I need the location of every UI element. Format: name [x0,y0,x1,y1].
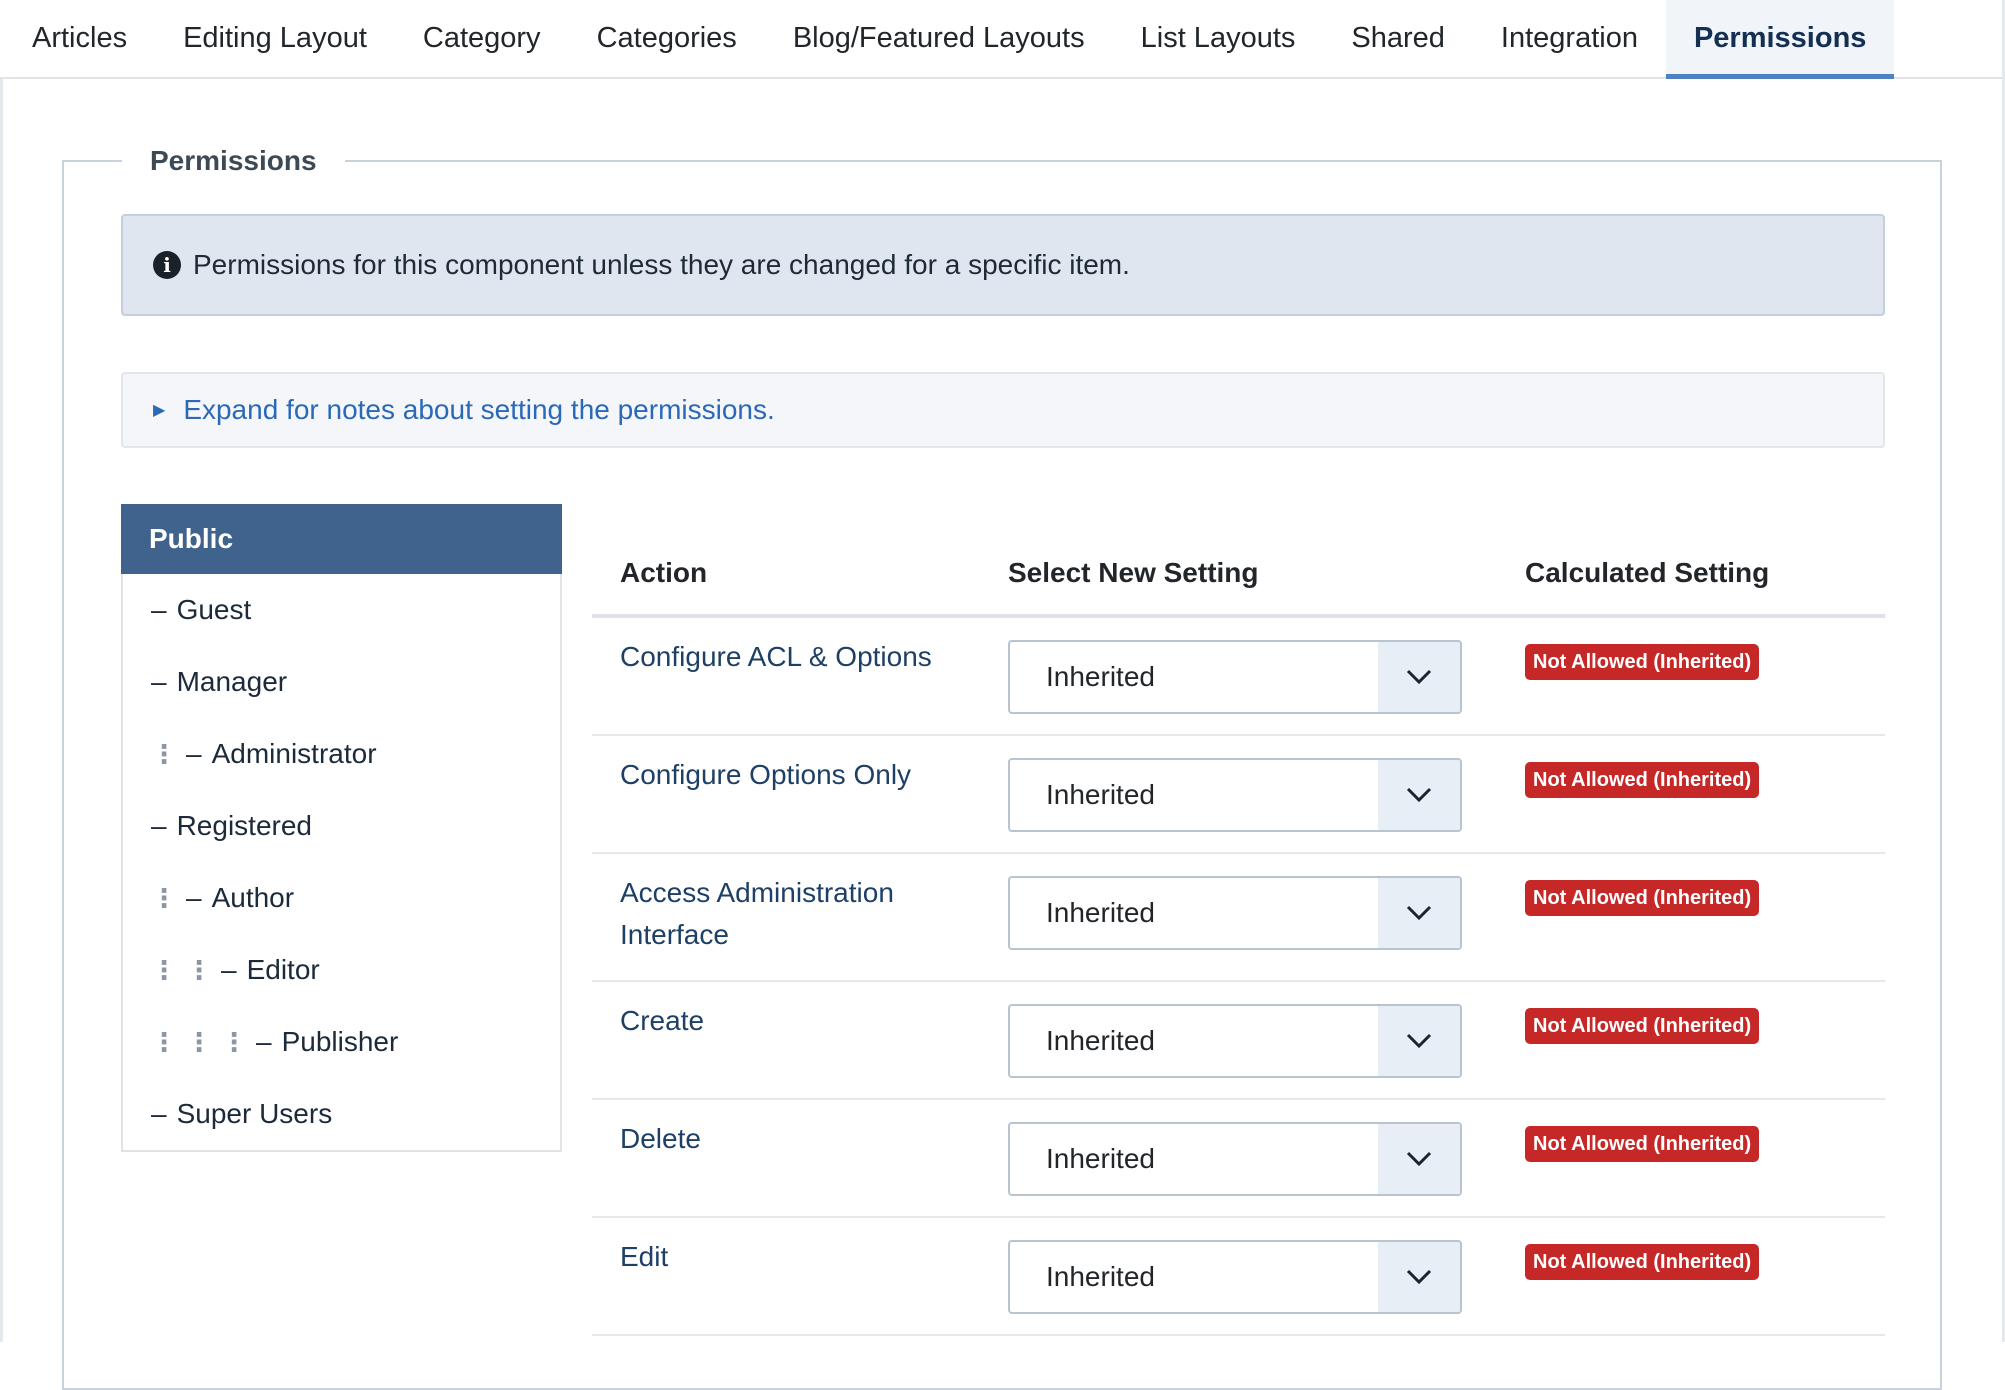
group-item-label: Manager [176,666,288,697]
status-badge: Not Allowed (Inherited) [1525,880,1760,916]
table-header: Action Select New Setting Calculated Set… [592,532,1885,618]
group-item-label: Registered [176,810,312,841]
header-calculated-setting: Calculated Setting [1525,557,1770,588]
setting-select[interactable]: Inherited [1008,1122,1462,1196]
tab-integration[interactable]: Integration [1473,0,1666,77]
group-item-label: Public [149,523,234,554]
select-value: Inherited [1046,779,1155,810]
setting-select[interactable]: Inherited [1008,758,1462,832]
group-item-administrator[interactable]: ⋮ – Administrator [123,718,560,790]
tree-indent-icon: ⋮ [151,954,177,985]
header-action: Action [620,557,708,588]
tree-dash: – [186,882,202,913]
status-badge: Not Allowed (Inherited) [1525,762,1760,798]
group-item-label: Administrator [211,738,377,769]
chevron-down-icon [1378,878,1460,948]
table-row: Configure ACL & Options Inherited Not Al… [592,618,1885,736]
info-alert-text: Permissions for this component unless th… [193,249,1130,280]
table-row: Access Administration Interface Inherite… [592,854,1885,982]
table-row: Create Inherited Not Allowed (Inherited) [592,982,1885,1100]
tab-list-layouts[interactable]: List Layouts [1113,0,1324,77]
tree-dash: – [151,594,167,625]
chevron-down-icon [1378,642,1460,712]
group-item-public[interactable]: Public [121,504,562,574]
triangle-right-icon: ▶ [153,402,166,419]
tree-indent-icon: ⋮ [221,1026,247,1057]
chevron-down-icon [1378,1242,1460,1312]
group-item-super-users[interactable]: – Super Users [123,1078,560,1150]
group-item-publisher[interactable]: ⋮ ⋮ ⋮ – Publisher [123,1006,560,1078]
user-group-list: Public – Guest – Manager ⋮ – Administrat… [121,504,562,1152]
group-item-label: Guest [176,594,252,625]
action-label: Create [620,1005,705,1036]
tree-dash: – [151,1098,167,1129]
status-badge: Not Allowed (Inherited) [1525,644,1760,680]
group-item-author[interactable]: ⋮ – Author [123,862,560,934]
select-value: Inherited [1046,1025,1155,1056]
select-value: Inherited [1046,897,1155,928]
table-row: Edit Inherited Not Allowed (Inherited) [592,1218,1885,1336]
permissions-notes-label[interactable]: Expand for notes about setting the permi… [183,394,774,426]
info-circle-icon: i [153,251,181,279]
group-item-label: Publisher [281,1026,399,1057]
action-label: Edit [620,1241,669,1272]
tab-shared[interactable]: Shared [1323,0,1473,77]
group-item-registered[interactable]: – Registered [123,790,560,862]
status-badge: Not Allowed (Inherited) [1525,1008,1760,1044]
group-item-guest[interactable]: – Guest [123,574,560,646]
select-value: Inherited [1046,1261,1155,1292]
status-badge: Not Allowed (Inherited) [1525,1244,1760,1280]
select-value: Inherited [1046,661,1155,692]
setting-select[interactable]: Inherited [1008,876,1462,950]
action-label: Access Administration Interface [620,877,894,950]
action-label: Configure ACL & Options [620,641,932,672]
tab-category[interactable]: Category [395,0,569,77]
tree-dash: – [151,810,167,841]
tab-articles[interactable]: Articles [0,0,155,77]
permissions-notes-toggle[interactable]: ▶ Expand for notes about setting the per… [121,372,1885,448]
group-item-label: Editor [246,954,320,985]
permissions-table: Action Select New Setting Calculated Set… [592,532,1885,1336]
tab-permissions[interactable]: Permissions [1665,0,1895,79]
tree-indent-icon: ⋮ [186,954,212,985]
tab-bar: Articles Editing Layout Category Categor… [0,0,2005,79]
table-row: Delete Inherited Not Allowed (Inherited) [592,1100,1885,1218]
tree-dash: – [256,1026,272,1057]
page-left-border [0,79,3,1342]
chevron-down-icon [1378,1006,1460,1076]
tree-indent-icon: ⋮ [186,1026,212,1057]
tab-blog-featured-layouts[interactable]: Blog/Featured Layouts [765,0,1113,77]
tree-indent-icon: ⋮ [151,882,177,913]
group-item-manager[interactable]: – Manager [123,646,560,718]
chevron-down-icon [1378,760,1460,830]
tab-editing-layout[interactable]: Editing Layout [155,0,395,77]
status-badge: Not Allowed (Inherited) [1525,1126,1760,1162]
setting-select[interactable]: Inherited [1008,1004,1462,1078]
table-row: Configure Options Only Inherited Not All… [592,736,1885,854]
setting-select[interactable]: Inherited [1008,1240,1462,1314]
tree-dash: – [186,738,202,769]
select-value: Inherited [1046,1143,1155,1174]
action-label: Configure Options Only [620,759,912,790]
group-item-editor[interactable]: ⋮ ⋮ – Editor [123,934,560,1006]
tab-categories[interactable]: Categories [569,0,765,77]
header-select-new-setting: Select New Setting [1008,557,1259,588]
group-item-label: Author [211,882,295,913]
chevron-down-icon [1378,1124,1460,1194]
tree-indent-icon: ⋮ [151,1026,177,1057]
tree-dash: – [151,666,167,697]
info-alert: i Permissions for this component unless … [121,214,1885,316]
tree-dash: – [221,954,237,985]
action-label: Delete [620,1123,701,1154]
fieldset-legend: Permissions [122,143,345,179]
tree-indent-icon: ⋮ [151,738,177,769]
group-item-label: Super Users [176,1098,333,1129]
setting-select[interactable]: Inherited [1008,640,1462,714]
